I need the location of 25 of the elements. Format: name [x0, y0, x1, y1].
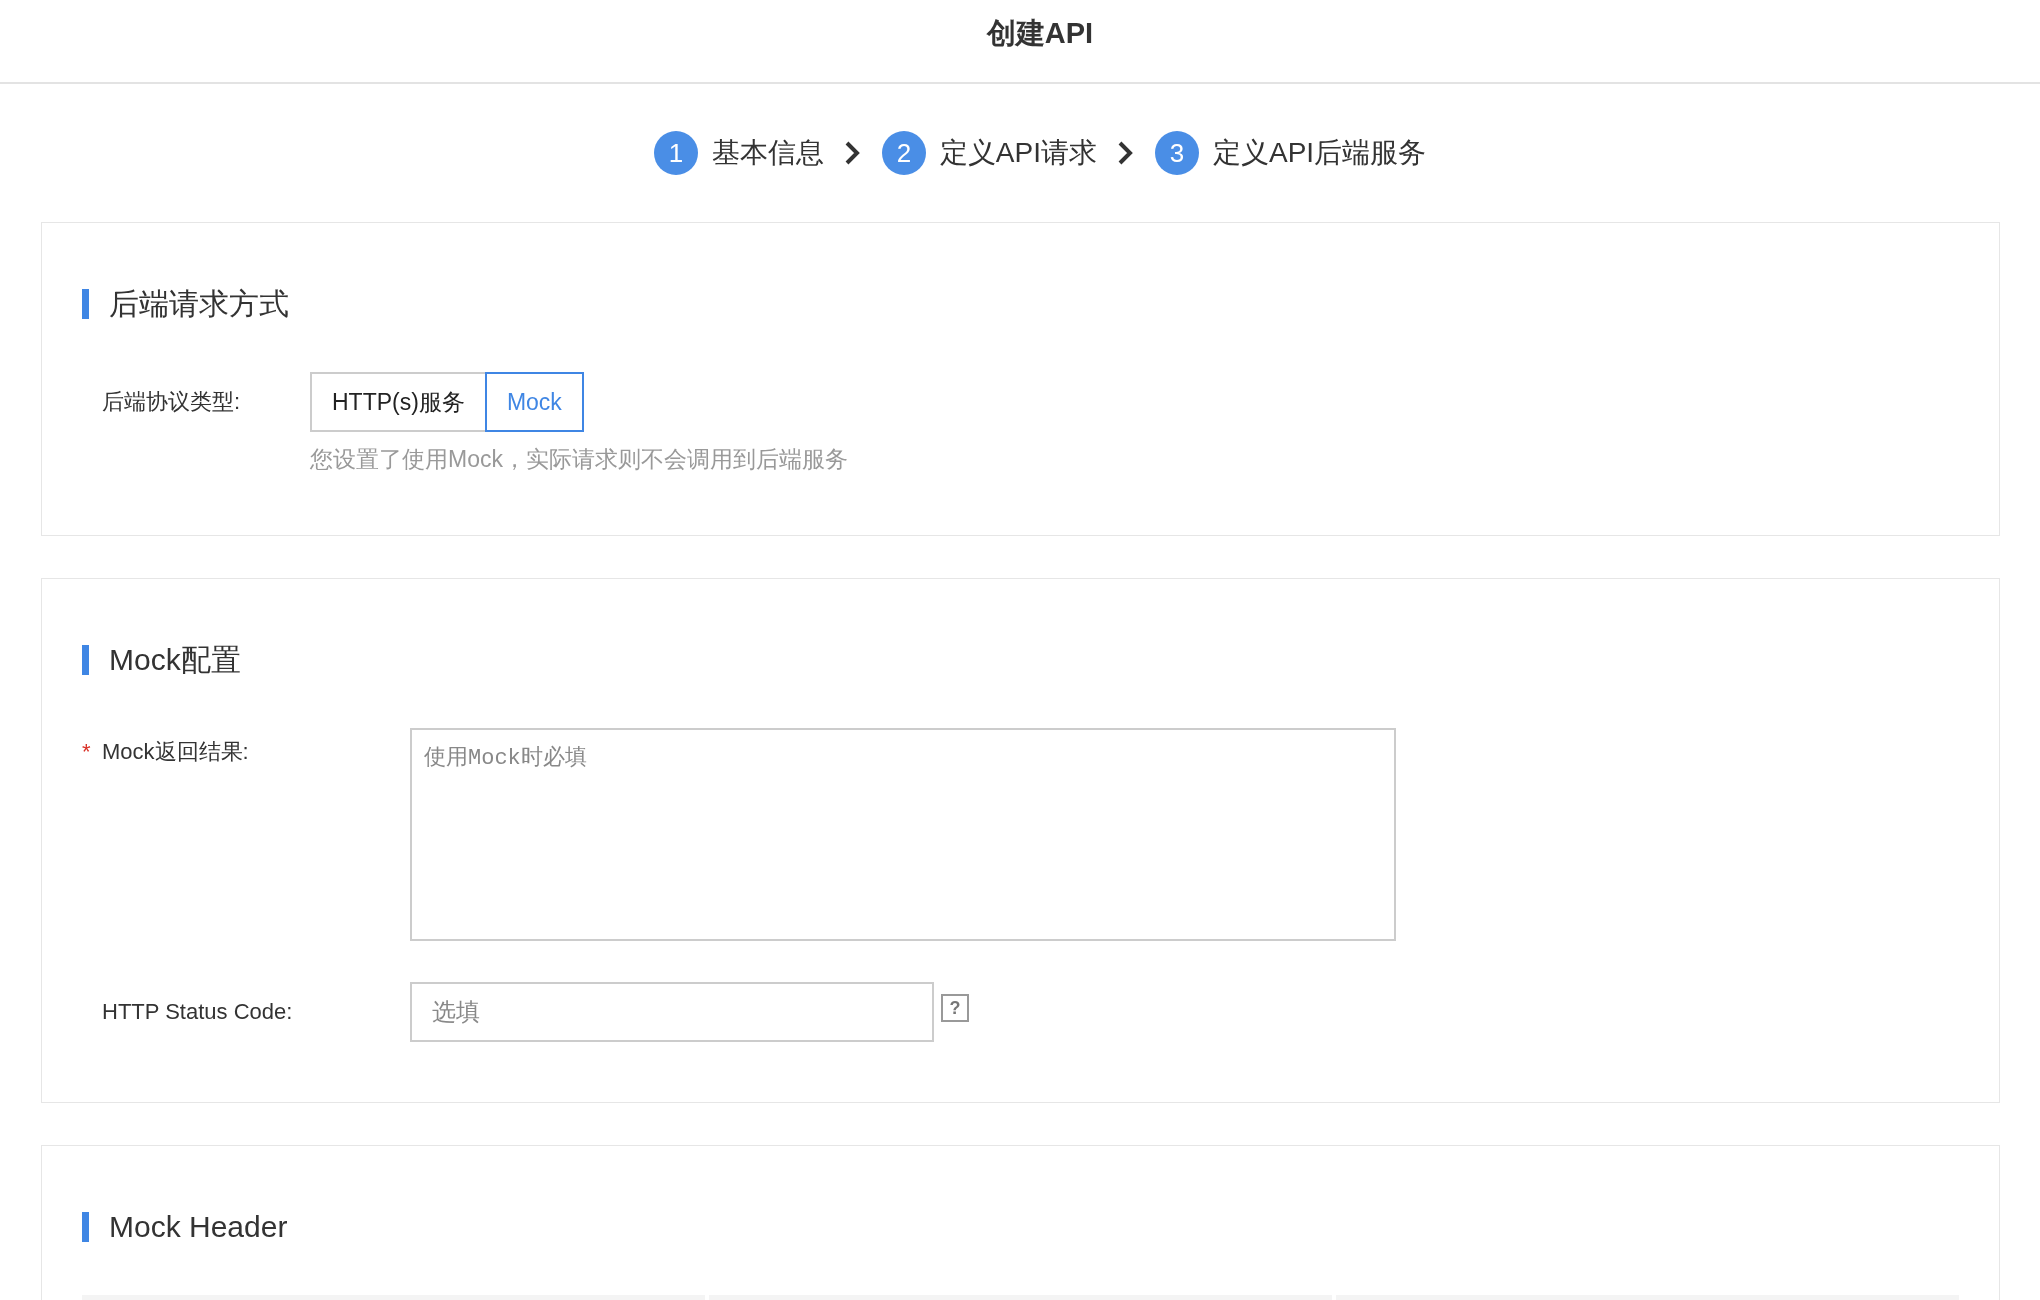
required-asterisk: *	[82, 738, 91, 766]
hint-text: 您设置了使用Mock，实际请求则不会调用到后端服务	[310, 445, 848, 474]
help-icon[interactable]: ?	[941, 994, 969, 1022]
page-title: 创建API	[986, 16, 1094, 51]
step-label: 基本信息	[711, 136, 824, 170]
step-number: 1	[653, 131, 698, 175]
section-marker	[82, 645, 89, 675]
step-number: 3	[1155, 131, 1199, 175]
section-marker	[82, 289, 89, 319]
segment-option[interactable]: HTTP(s)服务	[310, 372, 487, 432]
step-label: 定义API后端服务	[1213, 136, 1427, 170]
field-label: HTTP Status Code:	[102, 999, 293, 1024]
chevron-right-icon	[843, 140, 860, 166]
section-title: 后端请求方式	[109, 285, 289, 322]
step-label: 定义API请求	[939, 136, 1097, 170]
field-label: 后端协议类型:	[101, 388, 242, 416]
field-label: Mock返回结果:	[102, 739, 249, 764]
status-code-input[interactable]: 选填	[410, 982, 934, 1042]
section-title: Mock Header	[109, 1210, 288, 1244]
section-marker	[82, 1212, 89, 1242]
segment-option[interactable]: Mock	[484, 372, 584, 432]
mock-result-textarea[interactable]: 使用Mock时必填	[410, 728, 1396, 941]
step-number: 2	[881, 131, 926, 175]
chevron-right-icon	[1117, 140, 1133, 166]
section-title: Mock配置	[109, 641, 241, 678]
